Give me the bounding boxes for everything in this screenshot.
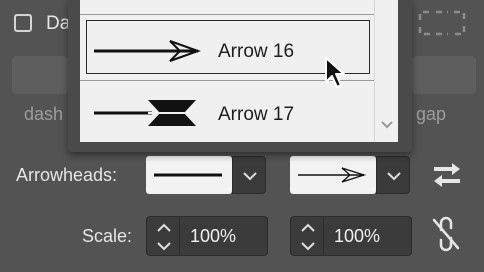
arrow-16-label: Arrow 16 <box>218 41 295 62</box>
chevron-down-icon <box>387 172 401 181</box>
dash-corners-icon[interactable] <box>416 8 468 38</box>
arrow-17-icon <box>94 100 198 126</box>
swap-arrowheads-icon[interactable] <box>432 162 462 188</box>
start-arrowhead-select[interactable] <box>146 156 232 194</box>
mouse-cursor-icon <box>325 57 345 88</box>
dash-field-label: dash <box>24 104 64 124</box>
arrowheads-label: Arrowheads: <box>16 165 118 185</box>
plain-line-preview-icon <box>154 173 222 177</box>
end-arrowhead-select[interactable] <box>290 156 376 194</box>
end-arrowhead-dropdown-button[interactable] <box>376 156 410 194</box>
arrow-17-label: Arrow 17 <box>218 104 295 125</box>
scale-label: Scale: <box>82 226 133 246</box>
stepper-arrows-icon <box>301 223 315 251</box>
dashed-checkbox[interactable] <box>14 14 32 32</box>
unlinked-scale-icon[interactable] <box>430 214 462 254</box>
scale-end-input[interactable]: 100% <box>324 216 412 256</box>
chevron-down-icon <box>243 172 257 181</box>
arrow-preview-icon <box>298 167 367 183</box>
gap-input-3[interactable] <box>412 56 476 94</box>
scale-start-stepper[interactable] <box>146 216 180 256</box>
dropdown-scrollbar[interactable] <box>374 0 398 142</box>
stepper-arrows-icon <box>157 223 171 251</box>
scale-start-input[interactable]: 100% <box>180 216 268 256</box>
list-divider <box>80 14 374 15</box>
start-arrowhead-dropdown-button[interactable] <box>232 156 266 194</box>
scale-end-stepper[interactable] <box>290 216 324 256</box>
scroll-down-chevron-icon[interactable] <box>380 120 394 130</box>
dash-input-1[interactable] <box>12 56 68 94</box>
gap-field-label: gap <box>416 104 447 124</box>
dashed-checkbox-label: Da <box>46 13 71 34</box>
arrow-16-icon <box>94 40 201 62</box>
